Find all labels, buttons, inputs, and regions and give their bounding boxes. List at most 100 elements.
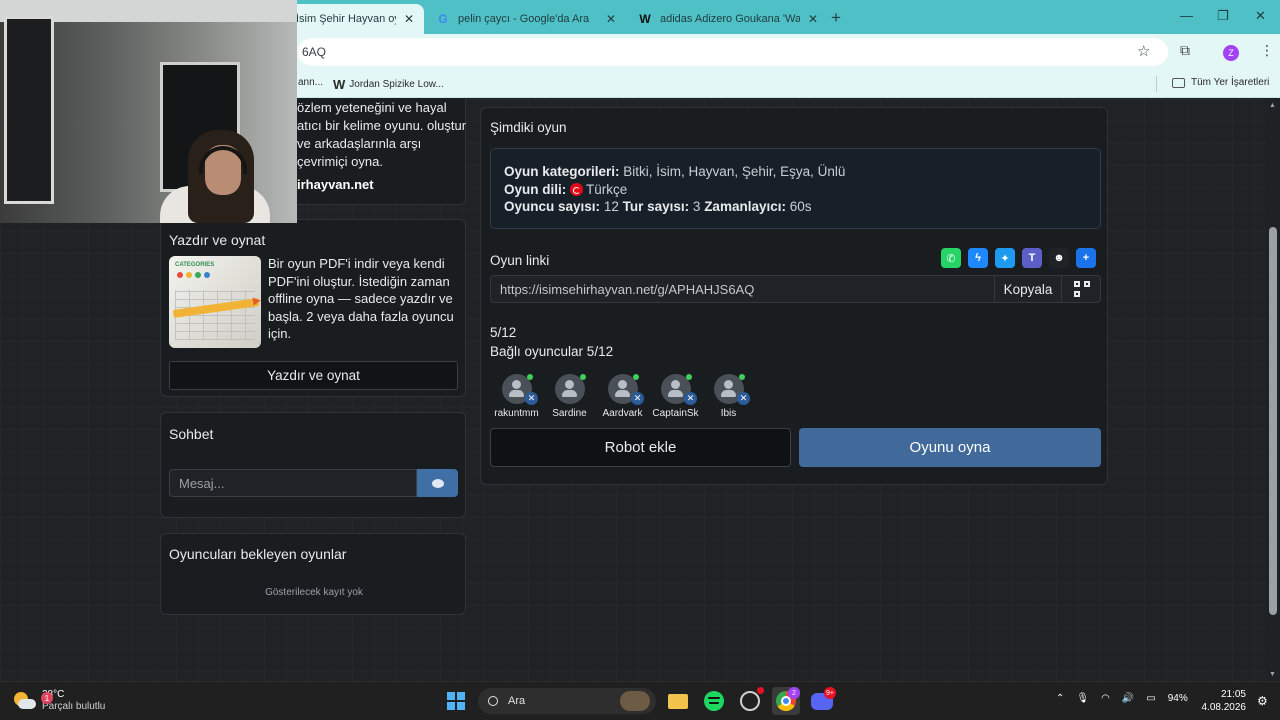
turkey-flag-icon: [570, 182, 584, 196]
start-button[interactable]: [442, 687, 470, 715]
waiting-games-card: Oyuncuları bekleyen oyunlar Gösterilecek…: [160, 533, 466, 615]
google-icon: G: [438, 12, 448, 26]
chat-title: Sohbet: [169, 426, 214, 442]
speaker-icon[interactable]: 🔊: [1122, 693, 1134, 704]
microphone-icon[interactable]: 🎙: [1076, 693, 1089, 704]
share-buttons: ✆ ϟ ✦ T ☻ +: [941, 248, 1096, 268]
categories-line: Oyun kategorileri: Bitki, İsim, Hayvan, …: [504, 164, 846, 179]
bookmark-item[interactable]: ann...: [298, 77, 323, 88]
site-name: irhayvan.net: [297, 177, 374, 192]
thumb-dots: [177, 272, 210, 278]
online-indicator: [633, 374, 639, 380]
minimize-button[interactable]: —: [1180, 8, 1193, 23]
messenger-icon[interactable]: ϟ: [968, 248, 988, 268]
copy-link-button[interactable]: Kopyala: [994, 276, 1061, 302]
game-info-box: Oyun kategorileri: Bitki, İsim, Hayvan, …: [490, 148, 1101, 229]
chevron-up-icon[interactable]: ⌃: [1056, 693, 1064, 704]
tab-google-search[interactable]: G pelin çaycı - Google'da Ara ✕: [426, 4, 626, 34]
print-title: Yazdır ve oynat: [169, 232, 266, 248]
profile-avatar[interactable]: Z: [1223, 45, 1239, 61]
obs-icon: [740, 691, 760, 711]
more-share-icon[interactable]: +: [1076, 248, 1096, 268]
remove-player-icon[interactable]: ✕: [525, 392, 538, 405]
close-tab-icon[interactable]: ✕: [606, 12, 616, 26]
all-bookmarks[interactable]: Tüm Yer İşaretleri: [1172, 77, 1269, 88]
game-link-field[interactable]: https://isimsehirhayvan.net/g/APHAHJS6AQ…: [490, 275, 1101, 303]
notification-icon[interactable]: ⚙: [1257, 694, 1268, 708]
close-tab-icon[interactable]: ✕: [808, 12, 818, 26]
qr-code-button[interactable]: [1061, 276, 1101, 302]
play-game-button[interactable]: Oyunu oyna: [799, 428, 1101, 467]
search-highlight-icon: [620, 691, 650, 711]
file-explorer-button[interactable]: [664, 687, 692, 715]
bookmark-item-jordan[interactable]: W Jordan Spizike Low...: [333, 77, 444, 92]
scrollbar-thumb[interactable]: [1269, 227, 1277, 615]
player-count: 5/12: [490, 325, 517, 340]
teams-icon[interactable]: T: [1022, 248, 1042, 268]
wifi-icon[interactable]: ◠: [1101, 693, 1110, 704]
battery-percent: 94%: [1167, 693, 1188, 704]
maximize-button[interactable]: ❐: [1217, 8, 1229, 24]
intro-text: özlem yeteneğini ve hayal atıcı bir keli…: [297, 100, 467, 169]
partly-cloudy-icon: [14, 690, 36, 712]
windows-icon: [447, 692, 465, 710]
print-preview-image: CATEGORIES: [169, 256, 261, 348]
print-and-play-button[interactable]: Yazdır ve oynat: [169, 361, 458, 390]
chrome-badge: 2: [788, 687, 800, 699]
new-tab-button[interactable]: +: [831, 8, 841, 28]
thumb-logo: CATEGORIES: [175, 262, 215, 268]
add-robot-button[interactable]: Robot ekle: [490, 428, 791, 467]
qr-code-icon: [1073, 281, 1090, 297]
online-indicator: [739, 374, 745, 380]
scroll-down-icon[interactable]: ▼: [1269, 671, 1276, 678]
w-site-icon: W: [333, 77, 346, 92]
system-tray: ⌃ 🎙 ◠ 🔊 ▭ 94%: [1056, 693, 1188, 704]
tab-adidas[interactable]: W adidas Adizero Goukana 'Warm Vivid' ✕: [628, 4, 828, 34]
remove-player-icon[interactable]: ✕: [684, 392, 697, 405]
page-scrollbar[interactable]: ▲ ▼: [1266, 99, 1280, 681]
connected-players-label: Bağlı oyuncular 5/12: [490, 344, 614, 359]
search-icon: [488, 696, 498, 706]
battery-icon[interactable]: ▭: [1146, 693, 1155, 704]
online-indicator: [527, 374, 533, 380]
scroll-up-icon[interactable]: ▲: [1269, 102, 1276, 109]
chrome-button[interactable]: 2: [772, 687, 800, 715]
window-frame: [4, 16, 54, 204]
tab-game[interactable]: İsim Şehir Hayvan oyununa katıl ✕: [286, 4, 424, 34]
taskbar-search[interactable]: Ara: [478, 688, 656, 714]
discord-button[interactable]: 9+: [808, 687, 836, 715]
address-bar[interactable]: 6AQ: [298, 38, 1168, 66]
print-card: Yazdır ve oynat CATEGORIES Bir oyun PDF'…: [160, 219, 466, 397]
folder-icon: [668, 693, 688, 709]
player-item: ✕ Ibis: [702, 374, 755, 419]
waiting-title: Oyuncuları bekleyen oyunlar: [169, 546, 347, 562]
weather-widget[interactable]: 1 28°C Parçalı bulutlu: [14, 689, 105, 713]
bookmark-star-icon[interactable]: ☆: [1137, 42, 1150, 60]
chat-message-input[interactable]: Mesaj...: [169, 469, 417, 497]
close-window-button[interactable]: ✕: [1255, 8, 1266, 24]
send-message-button[interactable]: [417, 469, 458, 497]
twitter-icon[interactable]: ✦: [995, 248, 1015, 268]
empty-state: Gösterilecek kayıt yok: [265, 587, 363, 598]
extensions-icon[interactable]: ⧉: [1180, 42, 1190, 59]
spotify-icon: [704, 691, 724, 711]
close-tab-icon[interactable]: ✕: [404, 12, 414, 26]
whatsapp-icon[interactable]: ✆: [941, 248, 961, 268]
w-site-icon: W: [639, 12, 651, 26]
browser-menu-icon[interactable]: ⋮: [1260, 42, 1274, 59]
current-game-title: Şimdiki oyun: [490, 120, 567, 135]
snapchat-icon[interactable]: ☻: [1049, 248, 1069, 268]
game-link-label: Oyun linki: [490, 253, 550, 268]
discord-badge: 9+: [824, 687, 836, 699]
spotify-button[interactable]: [700, 687, 728, 715]
player-item: ✕ rakuntmm: [490, 374, 543, 419]
online-indicator: [686, 374, 692, 380]
recording-dot: [757, 687, 764, 694]
clock[interactable]: 21:05 4.08.2026: [1196, 688, 1247, 714]
game-link-url: https://isimsehirhayvan.net/g/APHAHJS6AQ: [500, 282, 755, 297]
remove-player-icon[interactable]: ✕: [631, 392, 644, 405]
current-game-card: Şimdiki oyun Oyun kategorileri: Bitki, İ…: [480, 107, 1108, 485]
obs-button[interactable]: [736, 687, 764, 715]
remove-player-icon[interactable]: ✕: [737, 392, 750, 405]
player-item: ✕ Aardvark: [596, 374, 649, 419]
